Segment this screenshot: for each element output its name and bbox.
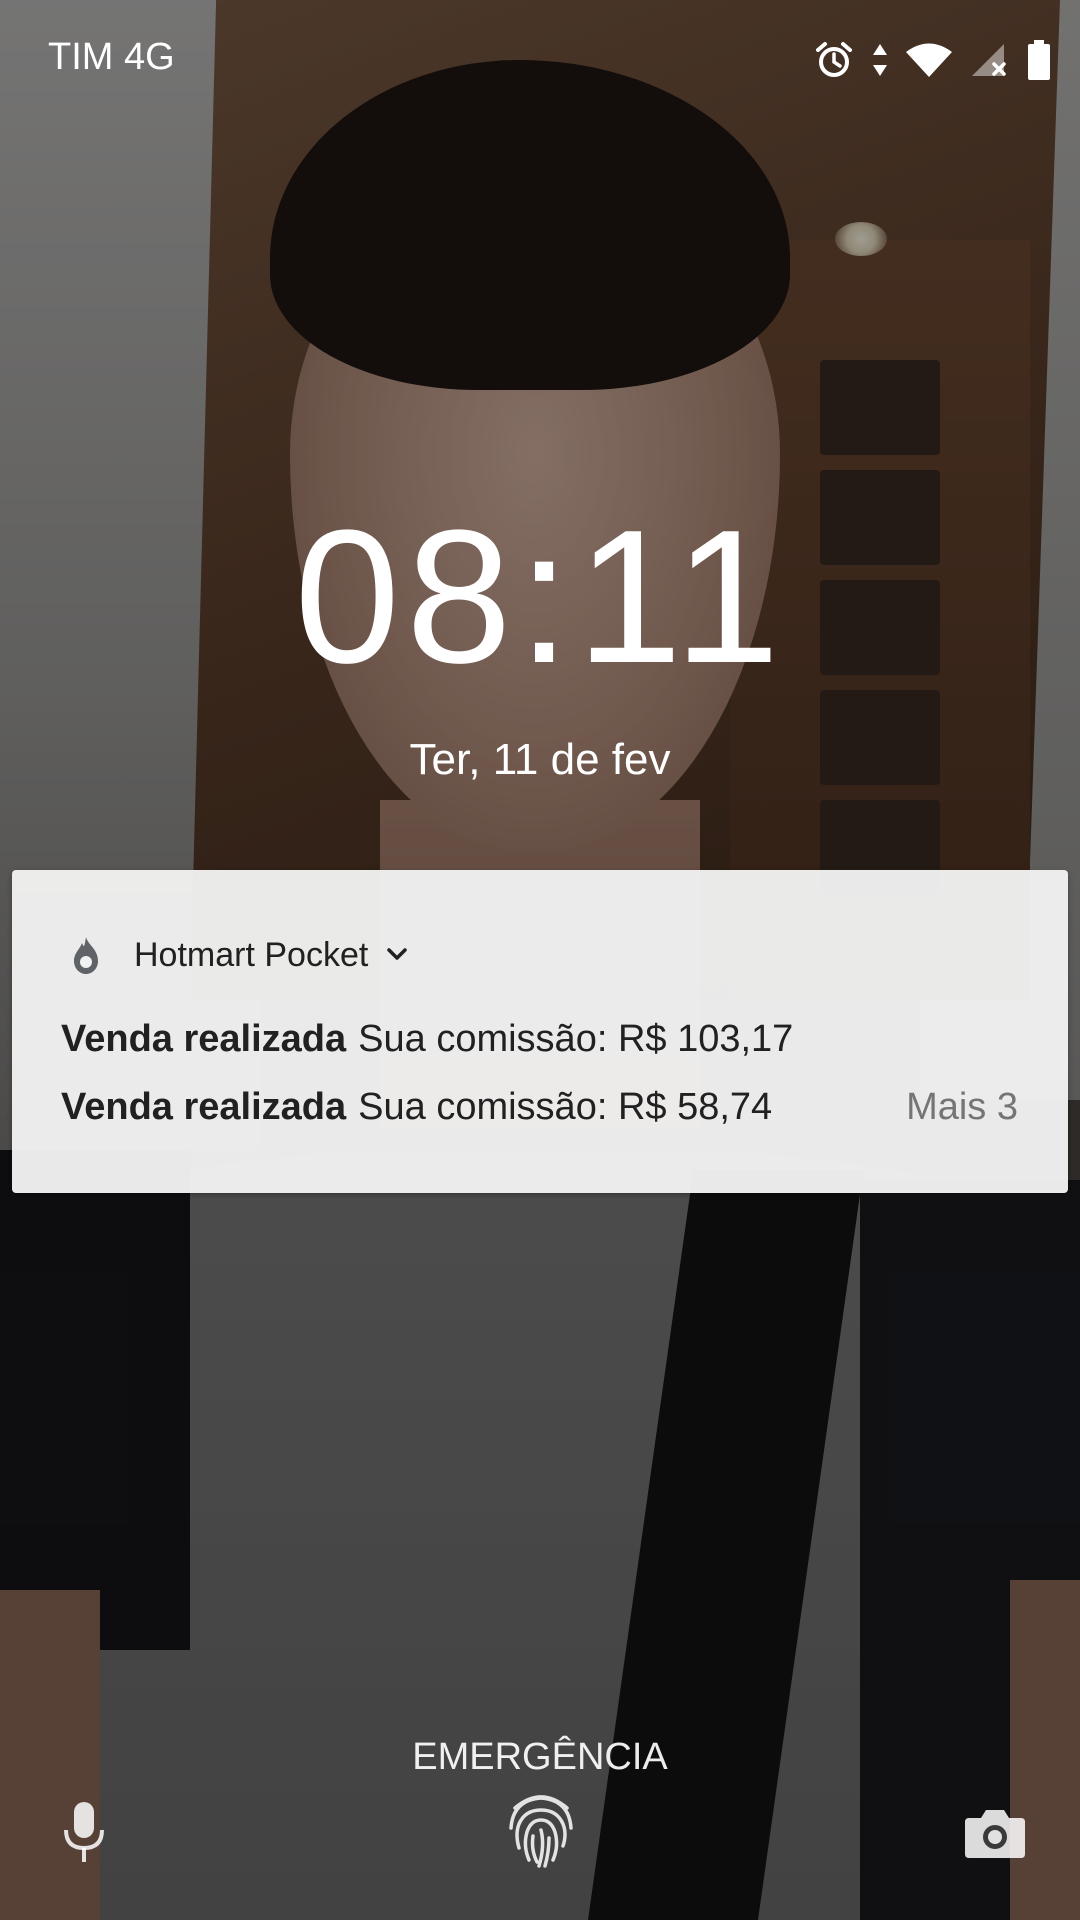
microphone-icon[interactable] xyxy=(62,1800,106,1864)
notification-message-body: Sua comissão: R$ 103,17 xyxy=(358,1018,794,1060)
lock-screen: TIM 4G 08:11 Ter, 11 de fev Hotmart Pock… xyxy=(0,0,1080,1920)
cell-signal-no-service-icon xyxy=(972,44,1006,76)
emergency-call-button[interactable]: EMERGÊNCIA xyxy=(0,1736,1080,1779)
wifi-icon xyxy=(906,43,952,77)
fingerprint-icon[interactable] xyxy=(505,1788,577,1872)
lock-screen-date: Ter, 11 de fev xyxy=(409,735,671,784)
status-icons xyxy=(814,38,1050,82)
battery-icon xyxy=(1028,40,1050,80)
notification-message-title: Venda realizada xyxy=(61,1086,347,1128)
notification-card[interactable]: Hotmart Pocket Venda realizada Sua comiss… xyxy=(12,870,1068,1193)
lock-screen-clock: 08:11 xyxy=(294,491,786,703)
notification-message: Venda realizada Sua comissão: R$ 103,17 xyxy=(61,1018,793,1061)
data-arrows-icon xyxy=(873,44,887,76)
camera-icon[interactable] xyxy=(963,1806,1027,1860)
carrier-label: TIM 4G xyxy=(48,36,175,78)
notification-message: Venda realizada Sua comissão: R$ 58,74 xyxy=(61,1086,772,1129)
notification-app-name: Hotmart Pocket xyxy=(134,935,369,974)
more-notifications-count: Mais 3 xyxy=(906,1086,1018,1128)
notification-message-title: Venda realizada xyxy=(61,1018,347,1060)
hotmart-flame-icon xyxy=(74,937,98,974)
notification-header[interactable]: Hotmart Pocket xyxy=(70,932,408,978)
notification-message-body: Sua comissão: R$ 58,74 xyxy=(358,1086,773,1128)
alarm-icon xyxy=(816,42,852,77)
chevron-down-icon[interactable] xyxy=(386,947,408,963)
status-bar: TIM 4G xyxy=(0,0,1080,120)
